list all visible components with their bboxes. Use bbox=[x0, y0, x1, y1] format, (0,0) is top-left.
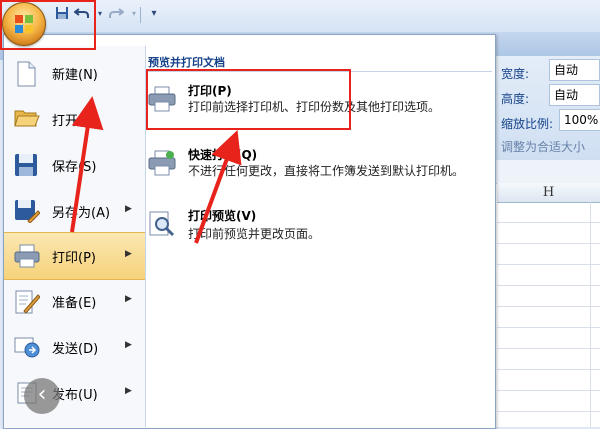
submenu-item-description: 打印前预览并更改页面。 bbox=[188, 227, 321, 241]
column-header-h[interactable]: H bbox=[497, 183, 600, 203]
row-gridline bbox=[497, 390, 600, 391]
height-select[interactable]: 自动 bbox=[549, 84, 600, 106]
print-preview-icon bbox=[148, 211, 176, 239]
save-as-icon bbox=[14, 199, 41, 224]
redo-icon[interactable] bbox=[108, 6, 125, 22]
row-gridline bbox=[497, 411, 600, 412]
prepare-icon bbox=[14, 289, 41, 314]
save-icon bbox=[14, 153, 40, 177]
customize-toolbar-icon[interactable]: ▾ bbox=[146, 6, 162, 22]
submenu-arrow-icon: ▶ bbox=[125, 386, 132, 396]
submenu-item-quick-print[interactable]: 快速打印(Q) 不进行任何更改，直接将工作簿发送到默认打印机。 bbox=[148, 146, 488, 196]
scale-input[interactable]: 100% bbox=[559, 109, 600, 131]
submenu-item-title: 打印预览(V) bbox=[188, 209, 257, 223]
menu-item-label: 发送(D) bbox=[52, 342, 99, 357]
menu-item-prepare[interactable]: 准备(E) ▶ bbox=[4, 278, 145, 324]
row-gridline bbox=[497, 243, 600, 244]
office-logo-icon bbox=[14, 14, 34, 34]
submenu-arrow-icon: ▶ bbox=[125, 294, 132, 304]
row-gridline bbox=[497, 369, 600, 370]
toolbar-divider bbox=[140, 7, 141, 23]
row-gridline bbox=[497, 222, 600, 223]
column-gridline bbox=[590, 202, 591, 427]
open-folder-icon bbox=[14, 107, 40, 131]
menu-item-label: 准备(E) bbox=[52, 296, 97, 311]
highlight-print-option bbox=[146, 69, 351, 130]
scale-to-fit-group: 宽度: 自动 高度: 自动 缩放比例: 100% 调整为合适大小 bbox=[493, 56, 600, 160]
menu-item-send[interactable]: 发送(D) ▶ bbox=[4, 324, 145, 370]
menu-item-label: 打印(P) bbox=[52, 251, 96, 266]
submenu-arrow-icon: ▶ bbox=[125, 340, 132, 350]
row-gridline bbox=[497, 306, 600, 307]
menu-item-save-as[interactable]: 另存为(A) ▶ bbox=[4, 188, 145, 234]
menu-item-new[interactable]: 新建(N) bbox=[4, 50, 145, 96]
submenu-arrow-icon: ▶ bbox=[125, 204, 132, 214]
row-gridline bbox=[497, 348, 600, 349]
new-document-icon bbox=[14, 61, 40, 87]
menu-item-label: 打开(O) bbox=[52, 114, 99, 129]
row-gridline bbox=[497, 264, 600, 265]
quick-print-icon bbox=[148, 150, 176, 178]
width-select[interactable]: 自动 bbox=[549, 59, 600, 81]
formula-bar[interactable] bbox=[493, 160, 600, 184]
submenu-item-print-preview[interactable]: 打印预览(V) 打印前预览并更改页面。 bbox=[148, 207, 488, 247]
send-icon bbox=[14, 335, 40, 359]
print-icon bbox=[14, 244, 40, 268]
submenu-item-description: 不进行任何更改，直接将工作簿发送到默认打印机。 bbox=[188, 164, 465, 178]
submenu-arrow-icon: ▶ bbox=[125, 249, 132, 259]
submenu-item-title: 快速打印(Q) bbox=[188, 148, 258, 162]
menu-item-open[interactable]: 打开(O) bbox=[4, 96, 145, 142]
row-gridline bbox=[497, 327, 600, 328]
menu-item-label: 另存为(A) bbox=[52, 206, 111, 221]
menu-item-label: 新建(N) bbox=[52, 68, 98, 83]
row-gridline bbox=[497, 285, 600, 286]
scale-to-fit-group-label: 调整为合适大小 bbox=[501, 140, 586, 154]
scale-label: 缩放比例: bbox=[501, 117, 554, 131]
height-label: 高度: bbox=[501, 92, 530, 106]
menu-item-print[interactable]: 打印(P) ▶ bbox=[4, 232, 145, 280]
office-button[interactable] bbox=[2, 2, 46, 46]
back-button[interactable]: ‹ bbox=[24, 378, 60, 414]
menu-item-label: 保存(S) bbox=[52, 160, 97, 175]
menu-item-save[interactable]: 保存(S) bbox=[4, 142, 145, 188]
width-label: 宽度: bbox=[501, 67, 530, 81]
chevron-left-icon: ‹ bbox=[37, 382, 47, 407]
